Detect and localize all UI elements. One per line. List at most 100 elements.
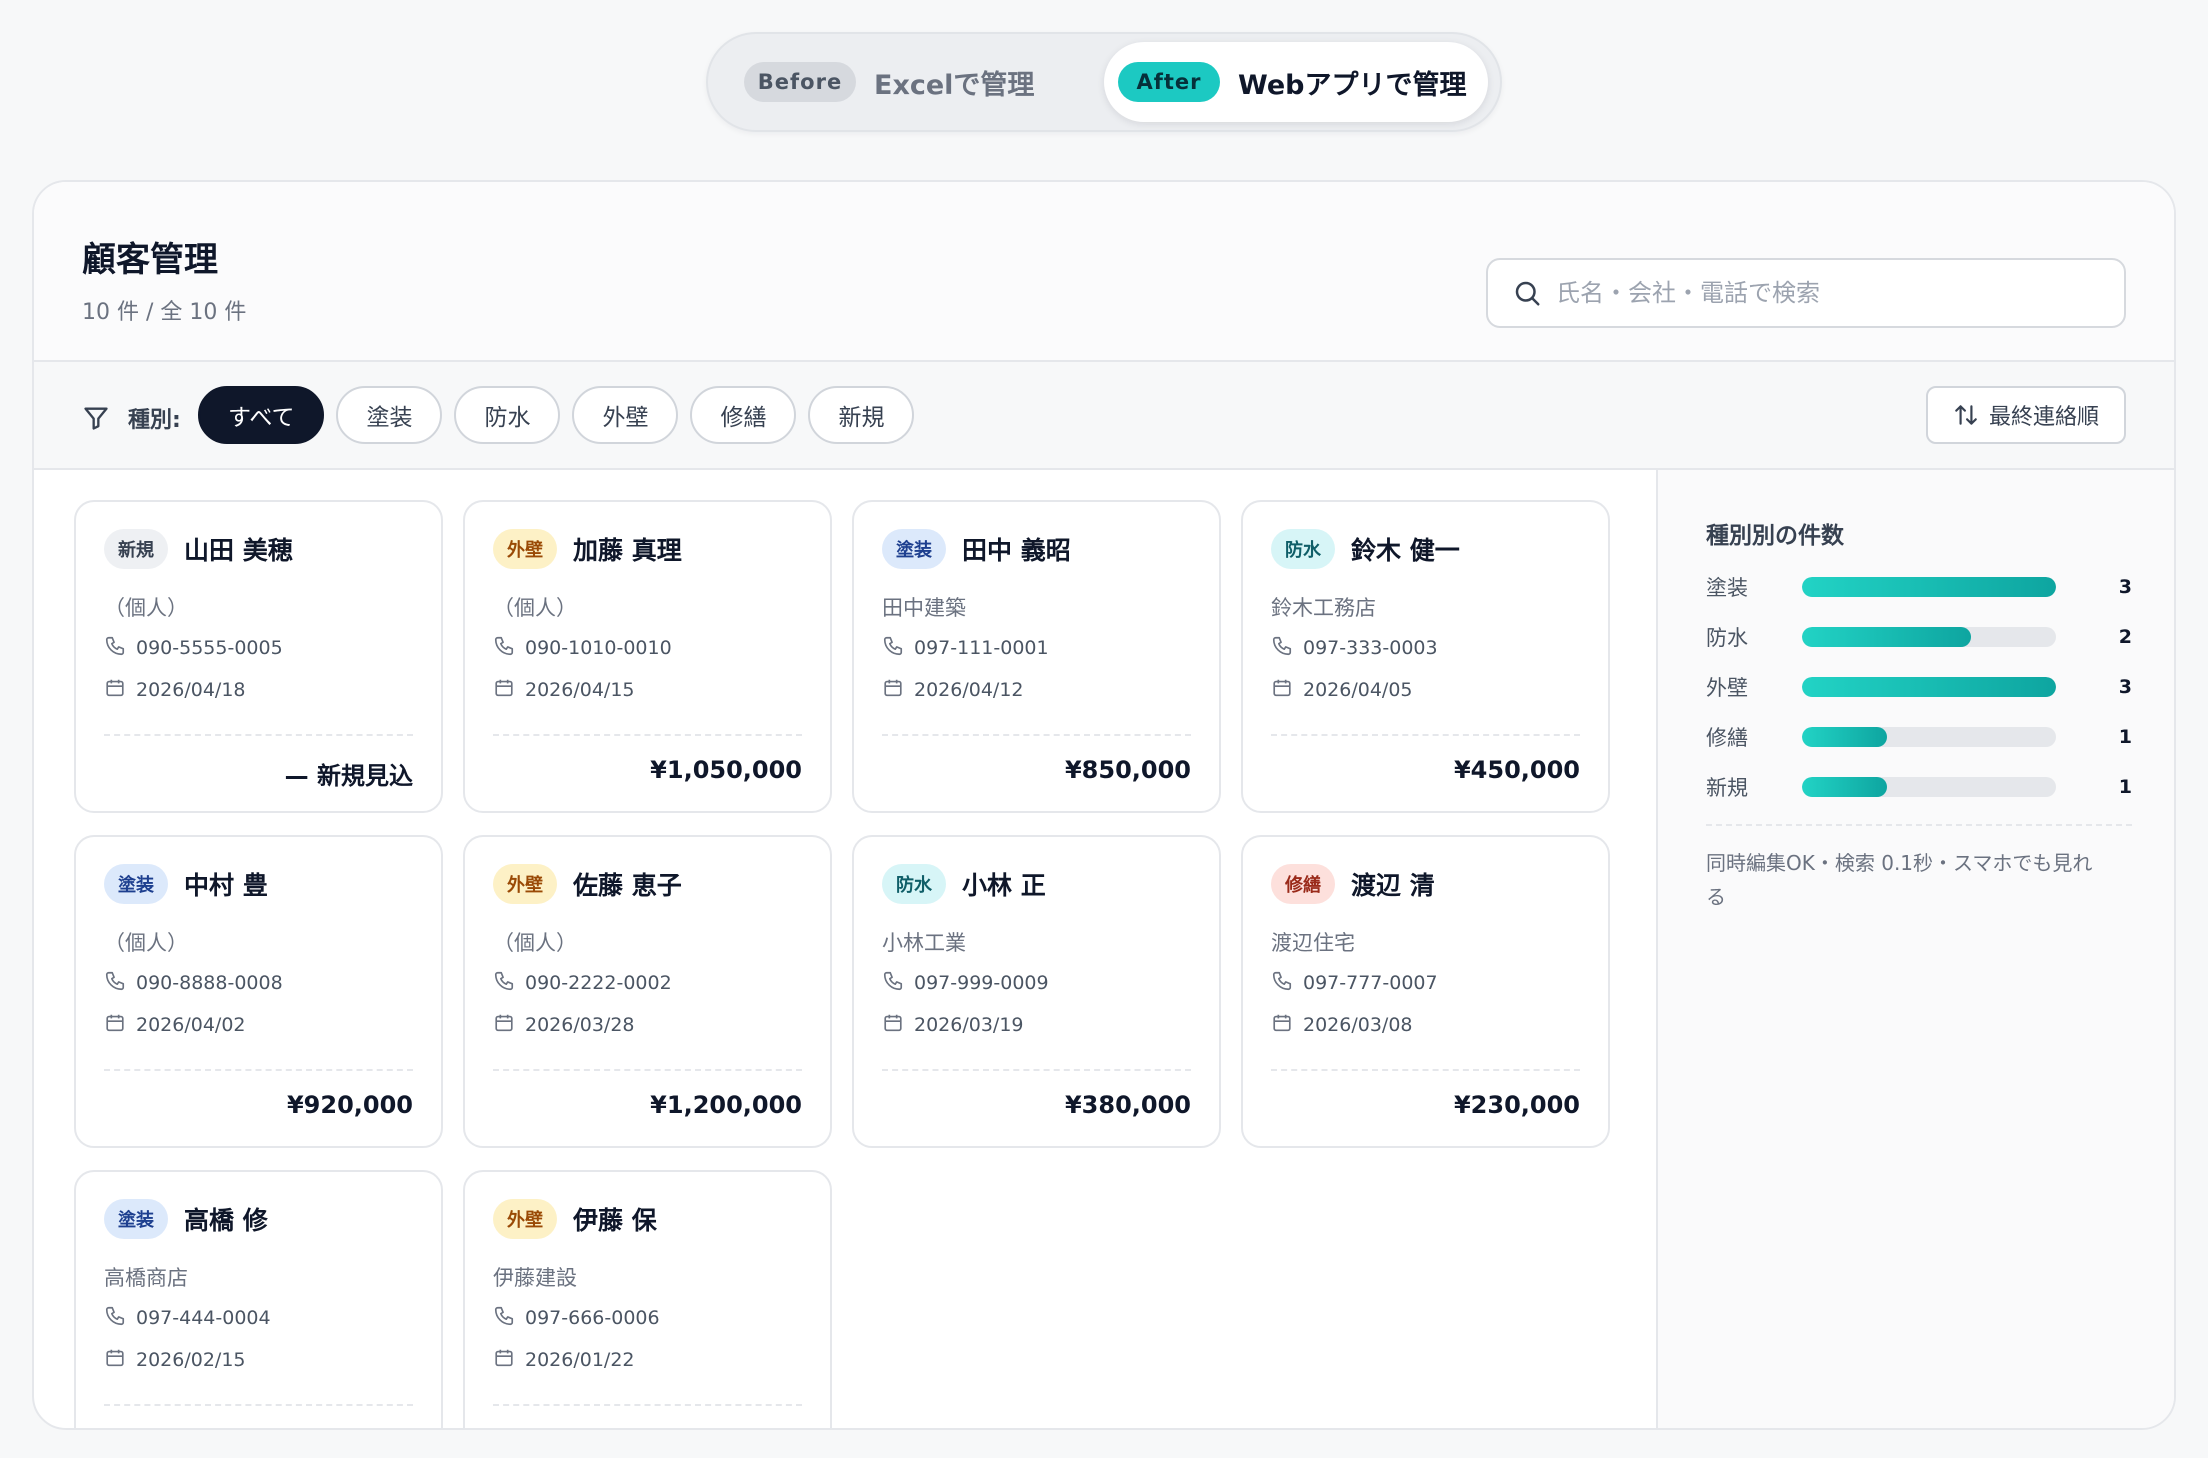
date-row: 2026/04/02	[104, 1011, 413, 1039]
toggle-before-option[interactable]: Before Excelで管理	[744, 42, 1068, 122]
search-input[interactable]	[1556, 279, 2096, 307]
customer-card[interactable]: 塗装 田中 義昭 田中建築 097-111-0001 2026/04/12 ¥850,00…	[852, 500, 1221, 813]
filter-pill[interactable]: 新規	[808, 386, 915, 444]
company-name: 渡辺住宅	[1271, 931, 1355, 955]
filter-bar: 種別: すべて 塗装 防水 外壁 修繕 新規 最終連絡順	[34, 362, 2174, 470]
panel-header: 顧客管理 10 件 / 全 10 件	[34, 182, 2174, 362]
type-count-chart: 塗装 3 防水 2 外壁 3 修繕 1 新規 1	[1706, 562, 2132, 812]
customer-card[interactable]: 修繕 渡辺 清渡辺住宅 097-777-0007 2026/03/08 ¥230,000	[1241, 835, 1610, 1148]
last-contact-date: 2026/02/15	[136, 1349, 246, 1371]
date-row: 2026/02/15	[104, 1346, 413, 1374]
bar-track	[1802, 577, 2056, 597]
card-header: 外壁 伊藤 保	[493, 1198, 802, 1240]
card-header: 新規 山田 美穂	[104, 528, 413, 570]
bar-row: 塗装 3	[1706, 562, 2132, 612]
sort-icon	[1955, 405, 1977, 425]
last-contact-date: 2026/03/19	[914, 1014, 1024, 1036]
search-box[interactable]	[1486, 258, 2126, 328]
customer-card[interactable]: 新規 山田 美穂 （個人） 090-5555-0005 2026/04/18 — 新規見込	[74, 500, 443, 813]
bar-fill	[1802, 677, 2056, 697]
phone-row: 097-333-0003	[1271, 634, 1580, 662]
bar-track	[1802, 627, 2056, 647]
phone-row: 097-444-0004	[104, 1304, 413, 1332]
type-tag: 塗装	[882, 529, 946, 569]
deal-amount: ¥1,200,000	[650, 1091, 802, 1119]
card-divider	[1271, 734, 1580, 736]
calendar-icon	[493, 1012, 515, 1039]
bar-category-label: 新規	[1706, 776, 1748, 800]
before-after-toggle[interactable]: Before Excelで管理 After Webアプリで管理	[706, 32, 1502, 132]
phone-number: 097-666-0006	[525, 1307, 660, 1329]
calendar-icon	[493, 1347, 515, 1374]
filter-pill[interactable]: 塗装	[336, 386, 443, 444]
bar-row: 防水 2	[1706, 612, 2132, 662]
phone-number: 097-444-0004	[136, 1307, 271, 1329]
filter-pill[interactable]: 外壁	[572, 386, 679, 444]
sidebar-divider	[1706, 824, 2132, 826]
card-header: 外壁 加藤 真理	[493, 528, 802, 570]
company-name: 高橋商店	[104, 1266, 188, 1290]
phone-icon	[882, 635, 904, 662]
filter-pill[interactable]: すべて	[198, 386, 325, 444]
bar-track	[1802, 677, 2056, 697]
calendar-icon	[104, 1347, 126, 1374]
type-tag: 防水	[1271, 529, 1335, 569]
deal-amount: ¥230,000	[1453, 1091, 1580, 1119]
customer-name: 田中 義昭	[962, 536, 1071, 565]
date-row: 2026/04/18	[104, 676, 413, 704]
customer-card[interactable]: 塗装 高橋 修高橋商店 097-444-0004 2026/02/15	[74, 1170, 443, 1428]
bar-row: 新規 1	[1706, 762, 2132, 812]
calendar-icon	[104, 677, 126, 704]
filter-pill[interactable]: 修繕	[690, 386, 797, 444]
sidebar-title: 種別別の件数	[1706, 523, 1844, 549]
bar-value-label: 3	[2118, 676, 2132, 698]
bar-row: 外壁 3	[1706, 662, 2132, 712]
filter-pill[interactable]: 防水	[454, 386, 561, 444]
customer-card[interactable]: 外壁 佐藤 恵子 （個人） 090-2222-0002 2026/03/28 ¥1,200…	[463, 835, 832, 1148]
page-title: 顧客管理	[82, 240, 218, 280]
card-divider	[493, 734, 802, 736]
bar-track	[1802, 777, 2056, 797]
customer-name: 中村 豊	[184, 871, 268, 900]
phone-row: 097-999-0009	[882, 969, 1191, 997]
card-header: 塗装 田中 義昭	[882, 528, 1191, 570]
phone-icon	[493, 970, 515, 997]
phone-row: 097-666-0006	[493, 1304, 802, 1332]
type-tag: 塗装	[104, 864, 168, 904]
deal-amount: ¥850,000	[1064, 756, 1191, 784]
customer-management-panel: 顧客管理 10 件 / 全 10 件 種別: すべて塗装防水外壁修繕新規 最終連…	[32, 180, 2176, 1430]
sort-button[interactable]: 最終連絡順	[1926, 386, 2126, 444]
phone-icon	[104, 1305, 126, 1332]
after-badge: After	[1118, 62, 1220, 102]
customer-card[interactable]: 防水 鈴木 健一 鈴木工務店 097-333-0003 2026/04/05 ¥450,0…	[1241, 500, 1610, 813]
card-divider	[493, 1069, 802, 1071]
toggle-after-option[interactable]: After Webアプリで管理	[1104, 42, 1488, 122]
type-tag: 外壁	[493, 529, 557, 569]
phone-number: 090-5555-0005	[136, 637, 283, 659]
company-name: （個人）	[493, 596, 577, 620]
customer-name: 山田 美穂	[184, 536, 293, 565]
calendar-icon	[104, 1012, 126, 1039]
phone-row: 090-1010-0010	[493, 634, 802, 662]
before-text: Excelで管理	[874, 69, 1035, 101]
customer-name: 高橋 修	[184, 1206, 268, 1235]
company-name: （個人）	[493, 931, 577, 955]
search-icon	[1515, 281, 1540, 306]
date-row: 2026/03/19	[882, 1011, 1191, 1039]
customer-card[interactable]: 塗装 中村 豊 （個人） 090-8888-0008 2026/04/02 ¥920,00…	[74, 835, 443, 1148]
type-tag: 塗装	[104, 1199, 168, 1239]
last-contact-date: 2026/03/08	[1303, 1014, 1413, 1036]
date-row: 2026/01/22	[493, 1346, 802, 1374]
customer-card[interactable]: 外壁 加藤 真理 （個人） 090-1010-0010 2026/04/15 ¥1,050…	[463, 500, 832, 813]
customer-card[interactable]: 防水 小林 正小林工業 097-999-0009 2026/03/19 ¥380,000	[852, 835, 1221, 1148]
phone-icon	[1271, 970, 1293, 997]
calendar-icon	[882, 677, 904, 704]
customer-card[interactable]: 外壁 伊藤 保伊藤建設 097-666-0006 2026/01/22	[463, 1170, 832, 1428]
bar-fill	[1802, 727, 1887, 747]
phone-row: 090-2222-0002	[493, 969, 802, 997]
deal-amount: ¥450,000	[1453, 756, 1580, 784]
after-text: Webアプリで管理	[1238, 69, 1467, 101]
card-divider	[104, 1069, 413, 1071]
phone-number: 090-1010-0010	[525, 637, 672, 659]
calendar-icon	[493, 677, 515, 704]
